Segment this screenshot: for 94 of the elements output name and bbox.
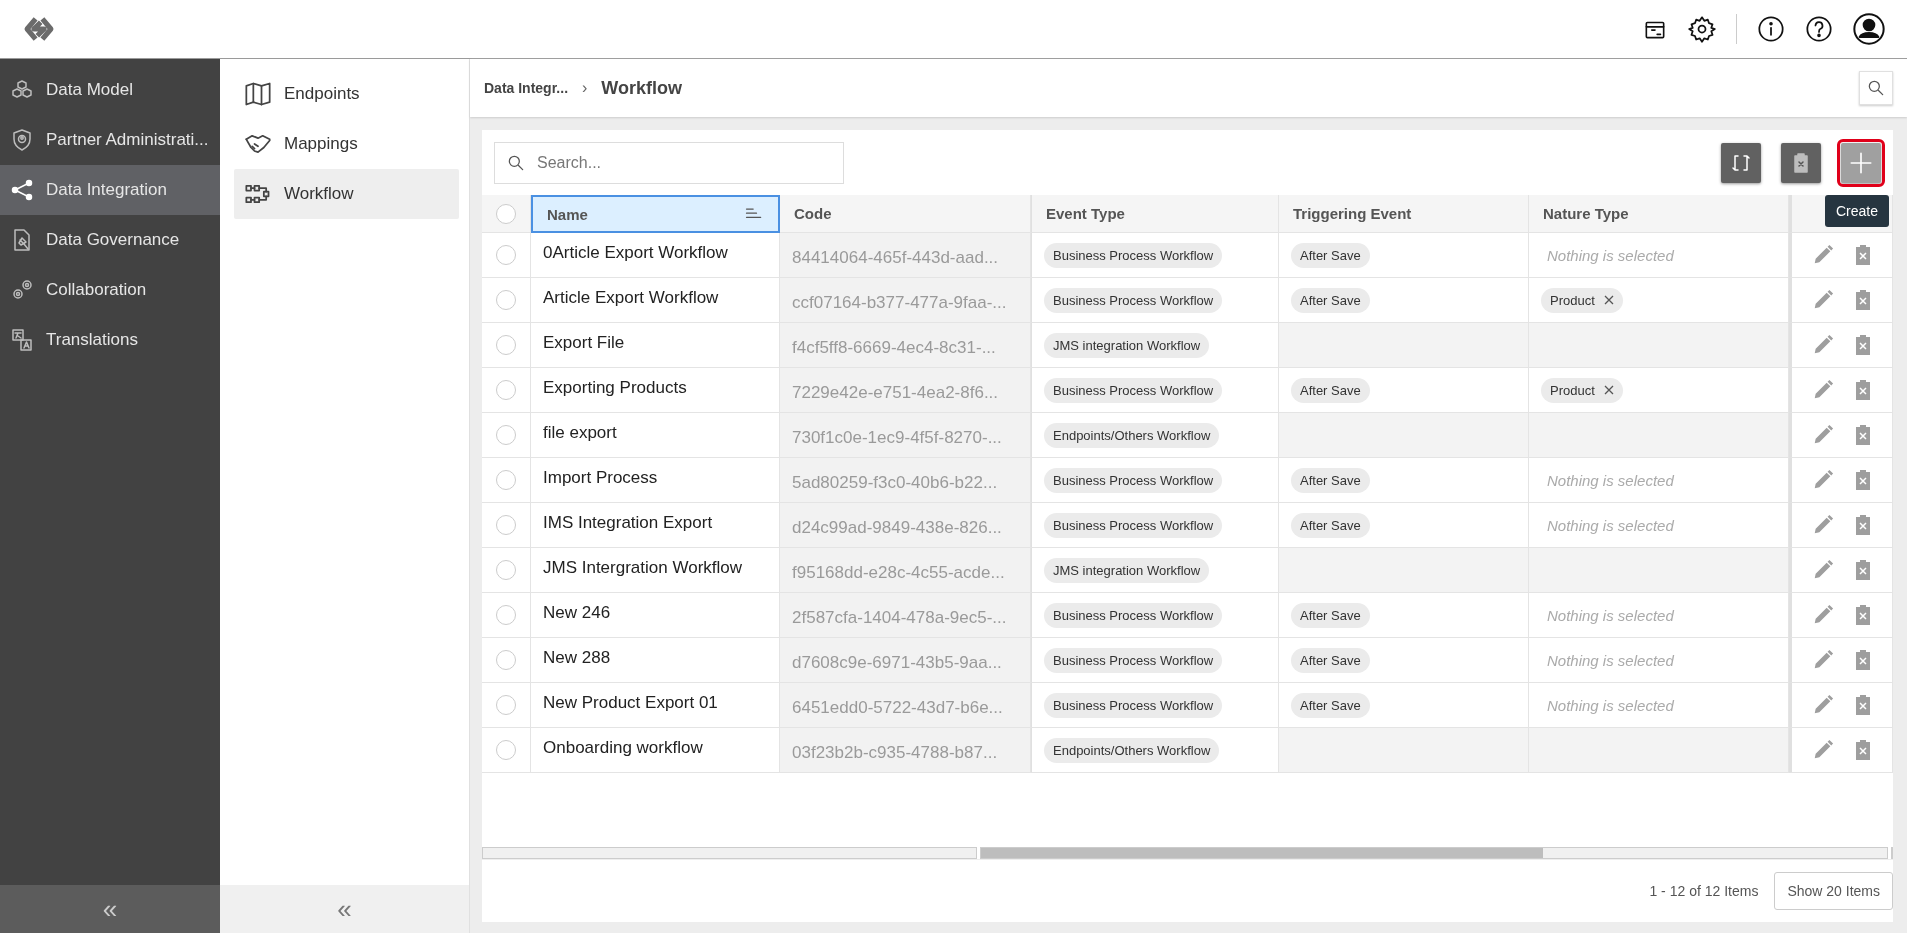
placeholder-text: Nothing is selected <box>1546 696 1674 714</box>
scrollbar[interactable] <box>979 847 1888 859</box>
placeholder-text: Nothing is selected <box>1546 651 1674 669</box>
collapse-button[interactable]: « <box>0 885 220 933</box>
row-checkbox[interactable] <box>496 425 516 445</box>
gears-icon <box>10 278 34 302</box>
translate-icon <box>10 328 34 352</box>
help-icon[interactable] <box>1805 15 1833 43</box>
event-type-tag: Endpoints/Others Workflow <box>1044 422 1220 448</box>
row-checkbox[interactable] <box>496 560 516 580</box>
column-header[interactable]: Triggering Event <box>1279 195 1529 233</box>
tooltip: Create <box>1824 194 1889 227</box>
info-icon[interactable] <box>1757 15 1785 43</box>
event-type-tag: Business Process Workflow <box>1044 467 1223 493</box>
event-type-tag: Endpoints/Others Workflow <box>1044 737 1220 763</box>
table-cell: 5ad80259-f3c0-40b6-b22... <box>780 458 1031 503</box>
trigger-tag: After Save <box>1291 467 1370 493</box>
column-header[interactable]: Event Type <box>1031 195 1279 233</box>
table-cell: 6451edd0-5722-43d7-b6e... <box>780 683 1031 728</box>
page-title: Workflow <box>601 77 683 99</box>
table-cell: 03f23b2b-c935-4788-b87... <box>780 728 1031 773</box>
sidebar-item[interactable]: Partner Administrati... <box>0 115 220 165</box>
nature-tag: Product <box>1541 377 1623 403</box>
remove-icon[interactable] <box>1603 295 1614 305</box>
sidebar-item[interactable]: Data Governance <box>0 215 220 265</box>
event-type-tag: Business Process Workflow <box>1044 242 1223 268</box>
row-checkbox[interactable] <box>496 470 516 490</box>
sidebar-item[interactable]: Data Model <box>0 65 220 115</box>
row-checkbox[interactable] <box>496 650 516 670</box>
placeholder-text: Nothing is selected <box>1546 471 1674 489</box>
search-button[interactable] <box>1859 71 1893 105</box>
row-checkbox[interactable] <box>496 605 516 625</box>
sync-button[interactable] <box>1721 142 1761 183</box>
table-cell: f95168dd-e28c-4c55-acde... <box>780 548 1031 593</box>
row-checkbox[interactable] <box>496 245 516 265</box>
scrollbar-thumb[interactable] <box>980 848 1543 858</box>
row-checkbox[interactable] <box>496 335 516 355</box>
table-cell: f4cf5ff8-6669-4ec4-8c31-... <box>780 323 1031 368</box>
trigger-tag: After Save <box>1291 242 1370 268</box>
subnav-item[interactable]: Endpoints <box>234 69 459 119</box>
column-header[interactable]: Name <box>531 195 780 233</box>
user-avatar-icon[interactable] <box>1853 13 1885 45</box>
row-checkbox[interactable] <box>496 380 516 400</box>
pagination-summary: 1 - 12 of 12 Items <box>1649 883 1759 899</box>
scrollbar[interactable] <box>482 847 977 859</box>
trigger-tag: After Save <box>1291 692 1370 718</box>
event-type-tag: Business Process Workflow <box>1044 692 1223 718</box>
placeholder-text: Nothing is selected <box>1546 516 1674 534</box>
subnav-item[interactable]: Workflow <box>234 169 459 219</box>
share-icon <box>10 178 34 202</box>
table-cell: ccf07164-b377-477a-9faa-... <box>780 278 1031 323</box>
scrollbar[interactable] <box>1891 847 1893 859</box>
column-header[interactable]: Nature Type <box>1529 195 1789 233</box>
nature-tag: Product <box>1541 287 1623 313</box>
table-cell: d7608c9e-6971-43b5-9aa... <box>780 638 1031 683</box>
trigger-tag: After Save <box>1291 602 1370 628</box>
event-type-tag: Business Process Workflow <box>1044 647 1223 673</box>
subnav-item[interactable]: Mappings <box>234 119 459 169</box>
table-cell: 84414064-465f-443d-aad... <box>780 233 1031 278</box>
breadcrumb-link[interactable]: Data Integr... <box>484 80 569 96</box>
shield-icon <box>10 128 34 152</box>
event-type-tag: Business Process Workflow <box>1044 512 1223 538</box>
trigger-tag: After Save <box>1291 512 1370 538</box>
trigger-tag: After Save <box>1291 377 1370 403</box>
event-type-tag: JMS integration Workflow <box>1044 557 1210 583</box>
placeholder-text: Nothing is selected <box>1546 606 1674 624</box>
sidebar-item[interactable]: Data Integration <box>0 165 220 215</box>
map-icon <box>244 80 272 108</box>
table-cell: d24c99ad-9849-438e-826... <box>780 503 1031 548</box>
sidebar-item[interactable]: Translations <box>0 315 220 365</box>
trigger-tag: After Save <box>1291 287 1370 313</box>
select-all-checkbox[interactable] <box>496 203 516 224</box>
page-size-button[interactable]: Show 20 Items <box>1774 872 1893 910</box>
trigger-tag: After Save <box>1291 647 1370 673</box>
event-type-tag: JMS integration Workflow <box>1044 332 1210 358</box>
remove-icon[interactable] <box>1603 385 1614 395</box>
table-cell: 730f1c0e-1ec9-4f5f-8270-... <box>780 413 1031 458</box>
chevron-icon: › <box>582 79 588 97</box>
event-type-tag: Business Process Workflow <box>1044 287 1223 313</box>
delete-button[interactable] <box>1781 142 1821 183</box>
table-cell: 2f587cfa-1404-478a-9ec5-... <box>780 593 1031 638</box>
sidebar-item[interactable]: Collaboration <box>0 265 220 315</box>
search-icon <box>1866 78 1886 98</box>
event-type-tag: Business Process Workflow <box>1044 377 1223 403</box>
search-field[interactable]: Search... <box>494 141 844 184</box>
placeholder-text: Nothing is selected <box>1546 246 1674 264</box>
collapse-button[interactable]: « <box>220 885 469 933</box>
row-checkbox[interactable] <box>496 740 516 760</box>
row-checkbox[interactable] <box>496 290 516 310</box>
event-type-tag: Business Process Workflow <box>1044 602 1223 628</box>
row-checkbox[interactable] <box>496 695 516 715</box>
table-cell: 7229e42e-e751-4ea2-8f6... <box>780 368 1031 413</box>
row-checkbox[interactable] <box>496 515 516 535</box>
settings-icon[interactable] <box>1688 15 1716 43</box>
